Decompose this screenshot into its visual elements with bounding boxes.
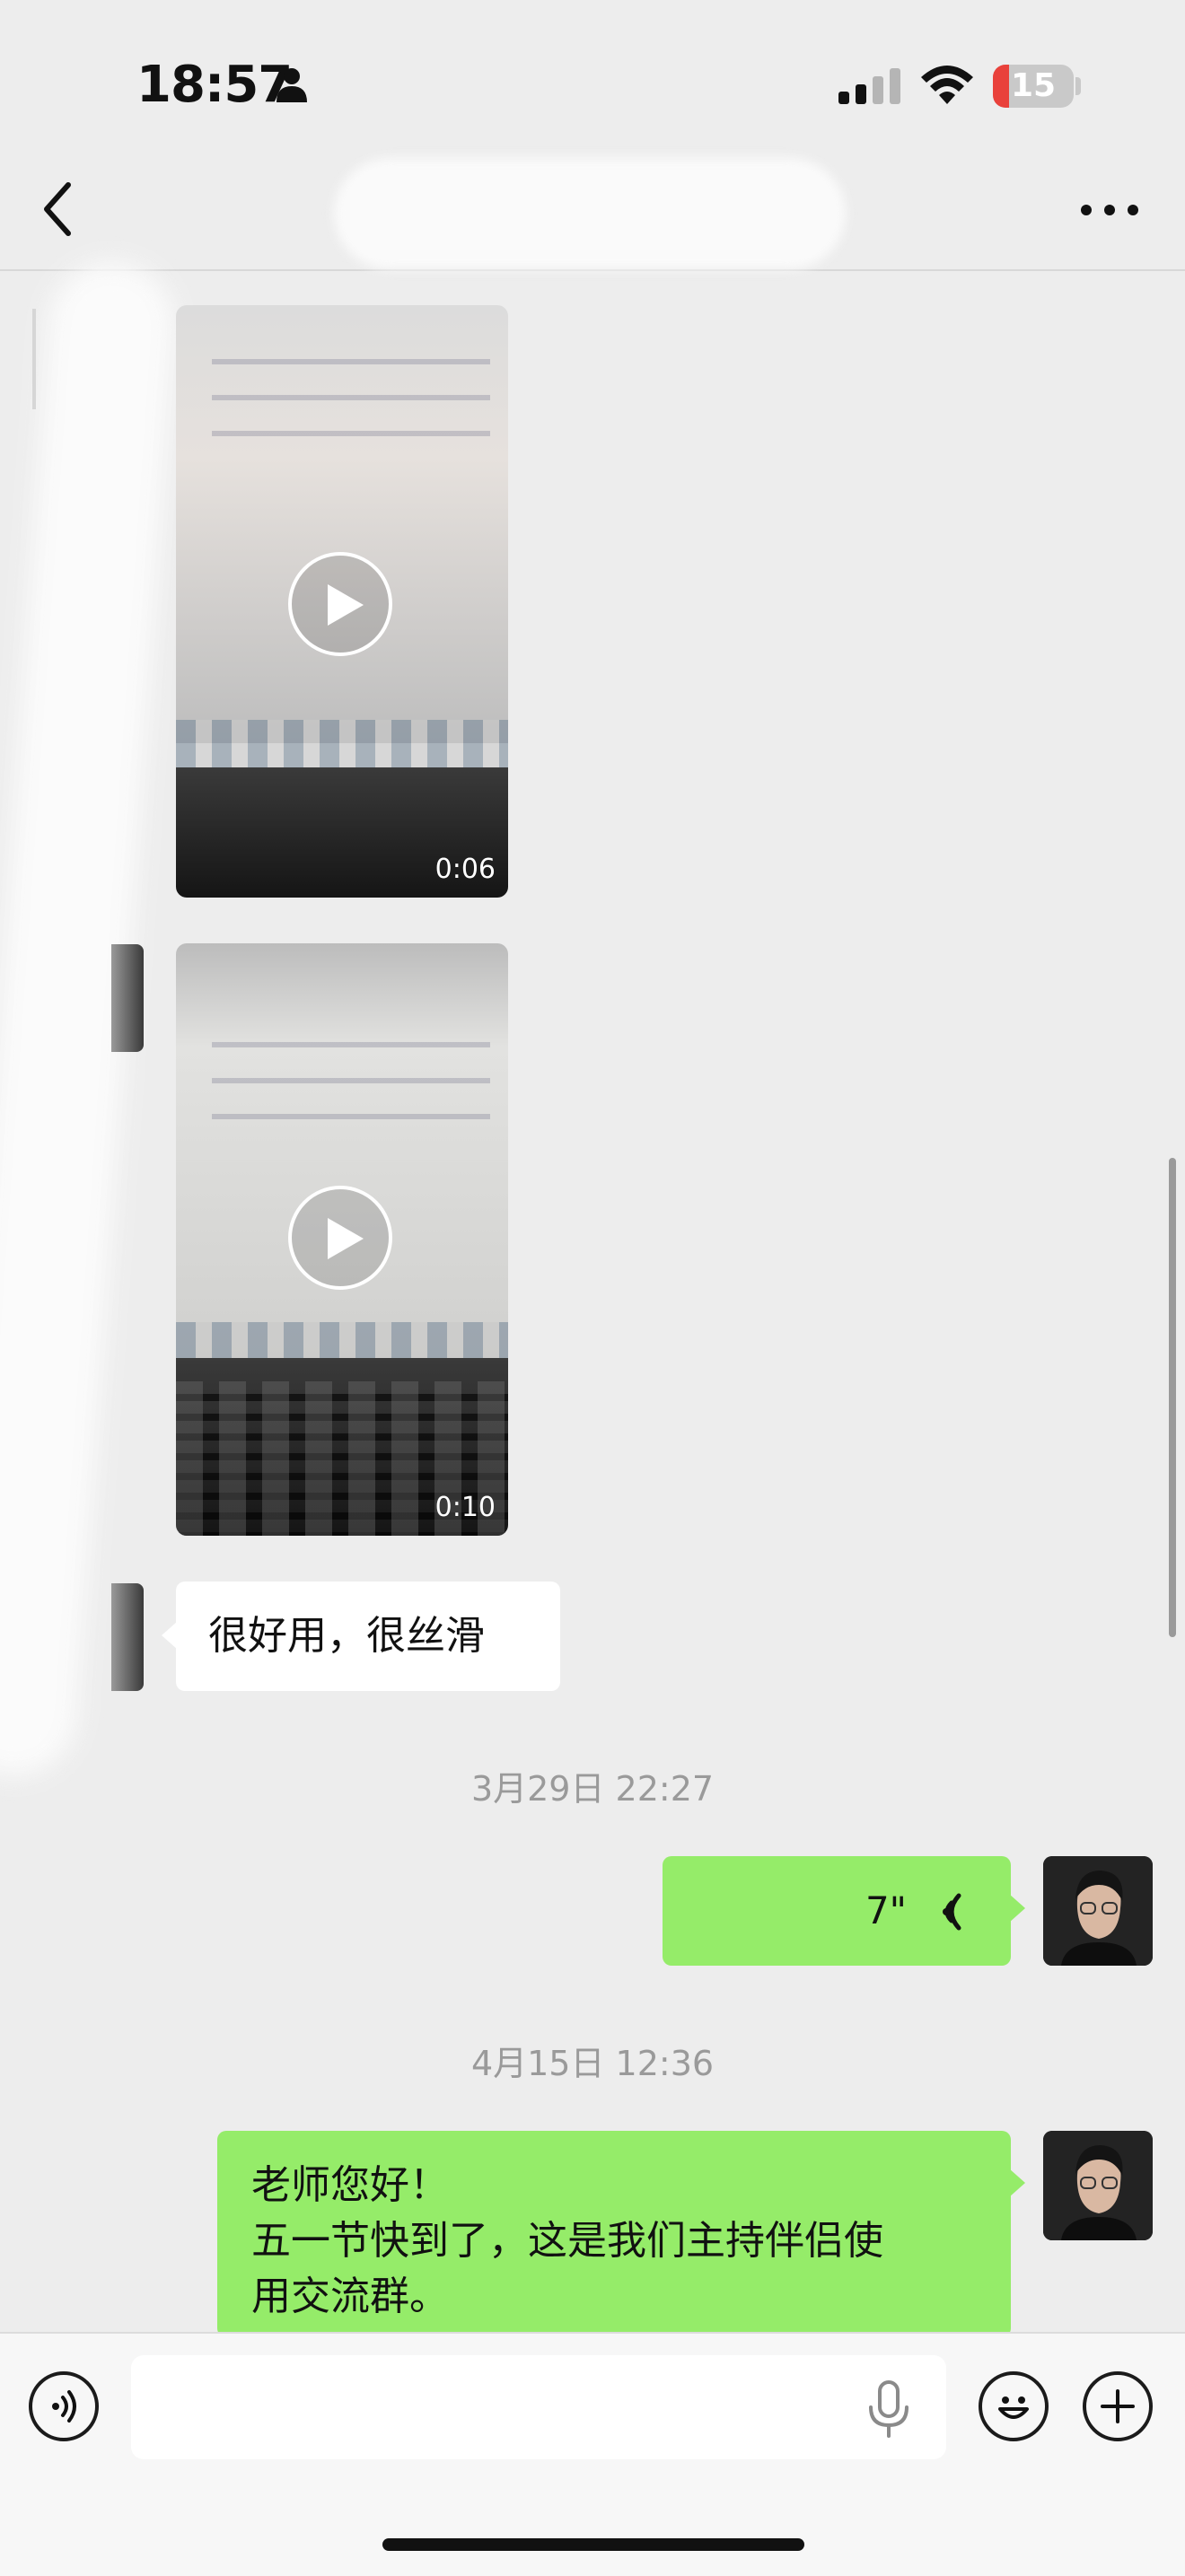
message-line: 老师您好！: [251, 2162, 449, 2208]
redacted-avatar-area: [0, 258, 179, 1780]
scrollbar[interactable]: [1169, 1158, 1176, 1637]
microphone-icon[interactable]: [864, 2380, 914, 2438]
text-message[interactable]: 很好用，很丝滑: [176, 1582, 560, 1691]
text-message-outgoing[interactable]: 老师您好！ 五一节快到了，这是我们主持伴侣使 用交流群。: [217, 2131, 1011, 2337]
signal-icon: [838, 68, 900, 104]
video-duration: 0:06: [434, 854, 496, 885]
message-line: 用交流群。: [251, 2274, 449, 2319]
emoji-icon[interactable]: [979, 2371, 1049, 2441]
person-icon: [276, 68, 307, 102]
avatar[interactable]: [1043, 2131, 1153, 2240]
timestamp: 3月29日 22:27: [470, 1769, 715, 1809]
home-indicator: [382, 2538, 804, 2551]
chat-title-redacted: [334, 158, 846, 269]
play-icon[interactable]: [288, 552, 392, 656]
ellipsis-icon[interactable]: [1074, 192, 1146, 228]
video-message[interactable]: 0:06: [176, 305, 508, 898]
chevron-left-icon[interactable]: [36, 178, 81, 241]
avatar[interactable]: [1043, 1856, 1153, 1966]
play-icon[interactable]: [288, 1186, 392, 1290]
video-message[interactable]: 0:10: [176, 943, 508, 1536]
status-time: 18:57: [136, 56, 293, 114]
wifi-icon: [921, 66, 973, 104]
battery-level: 15: [1010, 67, 1057, 104]
voice-wave-icon: [943, 1893, 961, 1931]
message-input[interactable]: [131, 2355, 946, 2459]
avatar[interactable]: [111, 1583, 144, 1691]
voice-mode-icon[interactable]: [29, 2371, 99, 2441]
timestamp: 4月15日 12:36: [470, 2044, 715, 2083]
message-line: 五一节快到了，这是我们主持伴侣使: [251, 2218, 883, 2264]
bubble-tail: [1009, 2169, 1025, 2197]
plus-icon[interactable]: [1083, 2371, 1153, 2441]
video-duration: 0:10: [434, 1492, 496, 1523]
battery-icon: 15: [993, 65, 1074, 108]
battery-tip: [1075, 77, 1081, 95]
bubble-tail: [1009, 1894, 1025, 1923]
divider: [32, 309, 36, 409]
avatar[interactable]: [111, 944, 144, 1052]
voice-message[interactable]: 7": [663, 1856, 1011, 1966]
voice-duration: 7": [865, 1888, 907, 1932]
